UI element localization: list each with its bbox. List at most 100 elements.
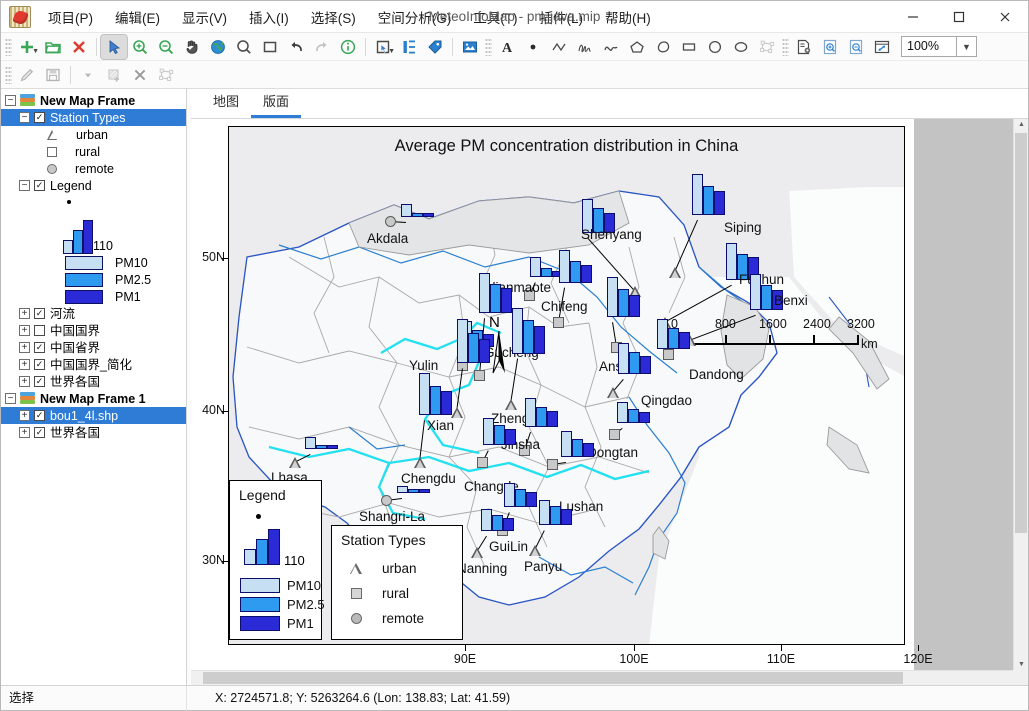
save-edits-button[interactable] [40, 63, 66, 87]
station-marker-rural[interactable] [474, 370, 485, 381]
add-feature-button[interactable] [101, 63, 127, 87]
zoom-level-control[interactable]: 100% ▼ [901, 36, 977, 57]
insert-circle-button[interactable] [702, 35, 728, 59]
identify-button[interactable] [231, 35, 257, 59]
vertical-scroll-thumb[interactable] [1015, 133, 1027, 533]
measure-button[interactable] [396, 35, 422, 59]
tree-node-2[interactable]: urban [1, 126, 186, 143]
toolbar-grip[interactable] [485, 38, 492, 56]
layout-page[interactable]: 50N40N30N20N90E100E110E120E [191, 119, 914, 685]
insert-curve-button[interactable] [598, 35, 624, 59]
close-button[interactable] [982, 1, 1028, 33]
station-bar-chart[interactable] [607, 277, 640, 317]
maximize-button[interactable] [936, 1, 982, 33]
tree-node-11[interactable]: +✓河流 [1, 305, 186, 322]
collapse-icon[interactable]: − [19, 112, 30, 123]
horizontal-scroll-thumb[interactable] [203, 672, 903, 684]
tab-map[interactable]: 地图 [201, 88, 251, 118]
new-project-button[interactable]: ▼ [14, 35, 40, 59]
expand-icon[interactable]: + [19, 342, 30, 353]
layer-visibility-checkbox[interactable]: ✓ [34, 410, 45, 421]
menu-project[interactable]: 项目(P) [37, 3, 104, 31]
layout-canvas[interactable]: 50N40N30N20N90E100E110E120E [191, 119, 1028, 685]
station-marker-rural[interactable] [547, 459, 558, 470]
layer-visibility-checkbox[interactable]: ✓ [34, 112, 45, 123]
station-bar-chart[interactable] [559, 250, 592, 283]
layout-fit-button[interactable] [869, 35, 895, 59]
select-tool-button[interactable] [101, 35, 127, 59]
layer-visibility-checkbox[interactable]: ✓ [34, 180, 45, 191]
tree-node-1[interactable]: −✓Station Types [1, 109, 186, 126]
layout-zoom-in-button[interactable] [817, 35, 843, 59]
edit-vertex-button[interactable] [153, 63, 179, 87]
collapse-icon[interactable]: − [19, 180, 30, 191]
station-bar-chart[interactable] [305, 437, 338, 449]
tree-node-10[interactable]: PM1 [1, 288, 186, 305]
edit-tool-dropdown[interactable] [75, 63, 101, 87]
value-legend-box[interactable]: Legend 110 PM10PM2.5PM1 [229, 480, 322, 640]
redo-button[interactable] [309, 35, 335, 59]
info-button[interactable] [335, 35, 361, 59]
station-bar-chart[interactable] [397, 486, 430, 493]
toolbar-grip[interactable] [5, 38, 12, 56]
scroll-up-arrow-icon[interactable]: ▲ [1014, 121, 1028, 128]
tree-node-17[interactable]: +✓bou1_4l.shp [1, 407, 186, 424]
map-frame[interactable]: Average PM concentration distribution in… [228, 126, 905, 645]
station-marker-urban[interactable] [414, 457, 427, 468]
menu-tools[interactable]: 工具(T) [462, 3, 528, 31]
layer-visibility-checkbox[interactable] [34, 325, 45, 336]
station-marker-urban[interactable] [451, 407, 464, 418]
expand-icon[interactable]: + [19, 376, 30, 387]
vertical-scrollbar[interactable]: ▲ ▼ [1013, 119, 1028, 670]
zoom-level-input[interactable]: 100% [901, 36, 957, 57]
edit-layer-button[interactable] [14, 63, 40, 87]
delete-feature-button[interactable] [127, 63, 153, 87]
tree-node-12[interactable]: +中国国界 [1, 322, 186, 339]
zoom-to-rect-button[interactable] [257, 35, 283, 59]
menu-plugins[interactable]: 插件(L) [529, 3, 595, 31]
station-bar-chart[interactable] [692, 174, 725, 215]
tree-node-8[interactable]: PM10 [1, 254, 186, 271]
station-bar-chart[interactable] [419, 373, 452, 415]
page-setup-button[interactable] [791, 35, 817, 59]
minimize-button[interactable] [890, 1, 936, 33]
undo-button[interactable] [283, 35, 309, 59]
scroll-down-arrow-icon[interactable]: ▼ [1014, 661, 1028, 668]
station-bar-chart[interactable] [617, 402, 650, 423]
insert-image-button[interactable] [457, 35, 483, 59]
insert-curve-polygon-button[interactable] [650, 35, 676, 59]
zoom-level-dropdown-icon[interactable]: ▼ [957, 36, 977, 57]
station-legend-box[interactable]: Station Types urbanruralremote [331, 525, 463, 640]
station-marker-urban[interactable] [607, 387, 620, 398]
insert-freehand-button[interactable] [572, 35, 598, 59]
layer-visibility-checkbox[interactable]: ✓ [34, 376, 45, 387]
station-bar-chart[interactable] [657, 319, 690, 349]
insert-ellipse-button[interactable] [728, 35, 754, 59]
layer-visibility-checkbox[interactable]: ✓ [34, 359, 45, 370]
station-bar-chart[interactable] [401, 204, 434, 217]
tree-node-18[interactable]: +✓世界各国 [1, 424, 186, 441]
tree-frame-0[interactable]: −New Map Frame [1, 92, 186, 109]
station-marker-urban[interactable] [289, 457, 302, 468]
collapse-icon[interactable]: − [5, 95, 16, 106]
station-bar-chart[interactable] [479, 273, 512, 313]
label-button[interactable] [422, 35, 448, 59]
menu-insert[interactable]: 插入(I) [238, 3, 300, 31]
station-bar-chart[interactable] [525, 398, 558, 427]
expand-icon[interactable]: + [19, 308, 30, 319]
layer-visibility-checkbox[interactable]: ✓ [34, 342, 45, 353]
zoom-in-button[interactable] [127, 35, 153, 59]
station-marker-rural[interactable] [553, 317, 564, 328]
tree-node-13[interactable]: +✓中国省界 [1, 339, 186, 356]
station-marker-urban[interactable] [529, 545, 542, 556]
pan-button[interactable] [179, 35, 205, 59]
layer-visibility-checkbox[interactable]: ✓ [34, 427, 45, 438]
insert-polygon-button[interactable] [624, 35, 650, 59]
expand-icon[interactable]: + [19, 427, 30, 438]
insert-text-button[interactable]: A [494, 35, 520, 59]
insert-point-button[interactable] [520, 35, 546, 59]
menu-view[interactable]: 显示(V) [171, 3, 238, 31]
station-bar-chart[interactable] [504, 483, 537, 507]
tree-node-7[interactable]: 110 [1, 210, 186, 254]
open-project-button[interactable] [40, 35, 66, 59]
